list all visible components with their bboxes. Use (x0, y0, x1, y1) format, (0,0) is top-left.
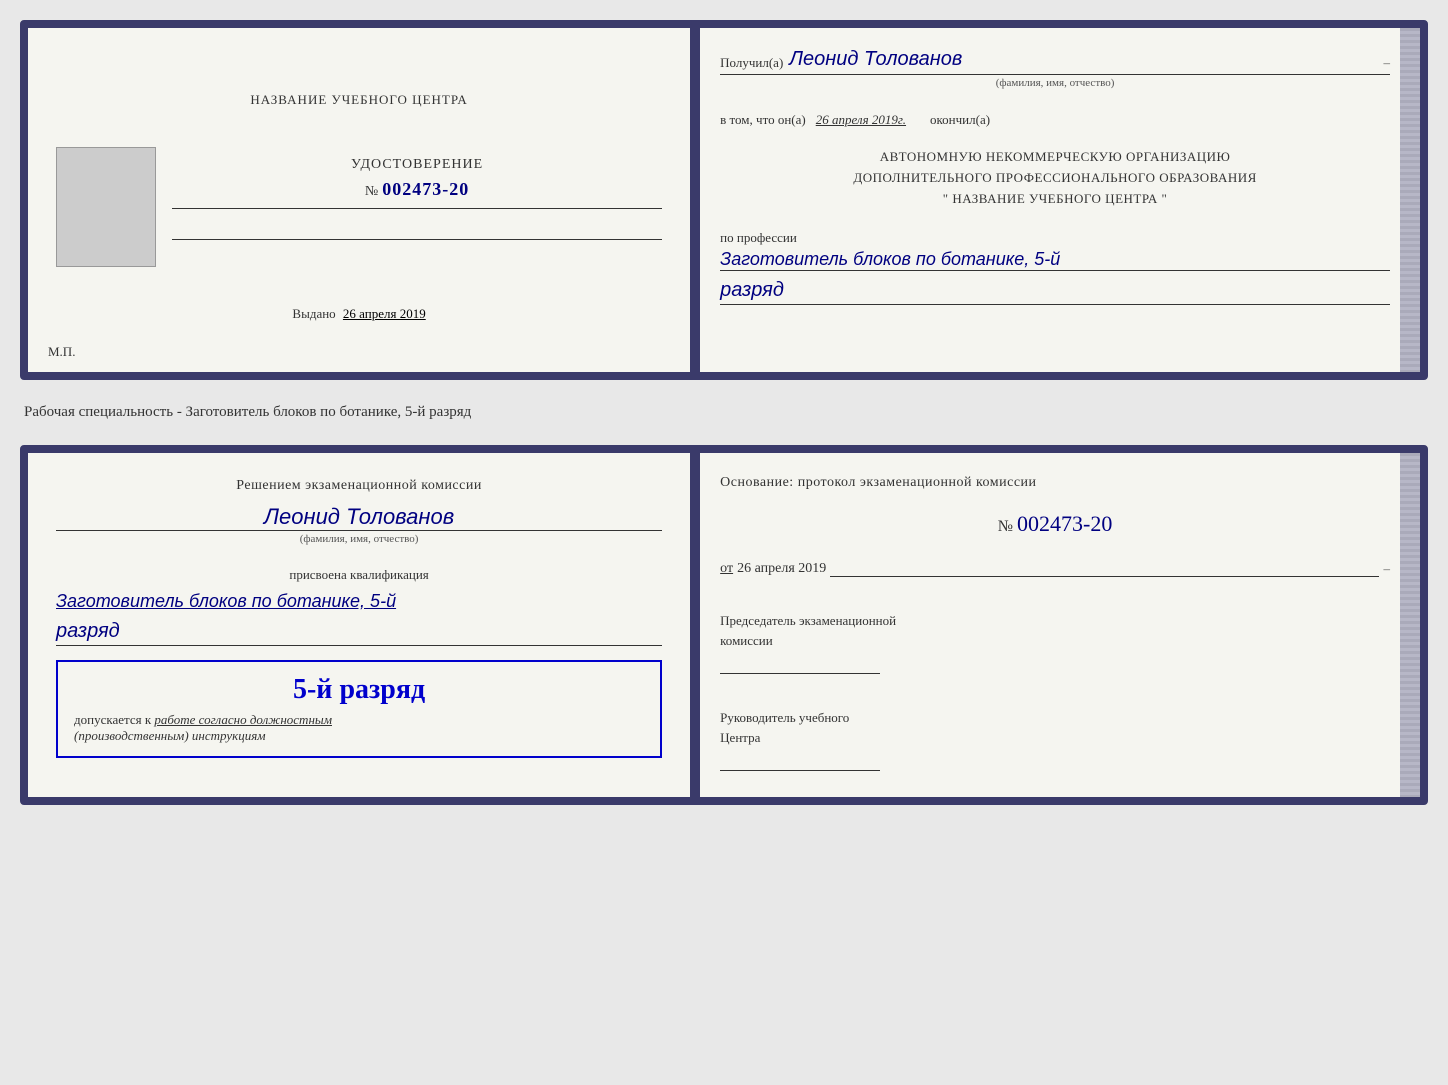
page-wrapper: НАЗВАНИЕ УЧЕБНОГО ЦЕНТРА УДОСТОВЕРЕНИЕ №… (20, 20, 1428, 805)
razryad-top: разряд (720, 279, 1390, 305)
commission-decision-text: Решением экзаменационной комиссии (56, 475, 662, 496)
date-dash: – (1383, 561, 1390, 577)
profession-value: Заготовитель блоков по ботанике, 5-й (720, 249, 1390, 271)
fio-hint-bottom: (фамилия, имя, отчество) (56, 533, 662, 545)
certifies-date: 26 апреля 2019г. (816, 112, 906, 127)
top-doc-right: Получил(а) Леонид Толованов – (фамилия, … (696, 28, 1420, 372)
binding-deco-top (1400, 28, 1420, 372)
chairman-label: Председатель экзаменационной комиссии (720, 611, 1390, 650)
basis-block: Основание: протокол экзаменационной коми… (720, 473, 1390, 491)
qualification-block: присвоена квалификация Заготовитель блок… (56, 557, 662, 646)
bottom-person-name: Леонид Толованов (56, 504, 662, 531)
stamp-allowed-value: работе согласно должностным (154, 712, 332, 727)
fio-hint-top: (фамилия, имя, отчество) (720, 77, 1390, 89)
cert-num-prefix: № (365, 184, 378, 199)
finished-label: окончил(а) (930, 112, 990, 127)
stamp-allowed: допускается к работе согласно должностны… (74, 712, 644, 728)
director-sig-line (720, 751, 880, 771)
stamp-allowed-prefix: допускается к (74, 712, 151, 727)
basis-date-block: от 26 апреля 2019 – (720, 561, 1390, 577)
chairman-label-text: Председатель экзаменационной (720, 613, 896, 628)
director-block: Руководитель учебного Центра (720, 708, 1390, 771)
bottom-document: Решением экзаменационной комиссии Леонид… (20, 445, 1428, 805)
top-document: НАЗВАНИЕ УЧЕБНОГО ЦЕНТРА УДОСТОВЕРЕНИЕ №… (20, 20, 1428, 380)
recipient-name: Леонид Толованов (789, 48, 962, 71)
mp-label: М.П. (48, 344, 75, 360)
school-name-top: НАЗВАНИЕ УЧЕБНОГО ЦЕНТРА (250, 92, 467, 108)
recipient-block: Получил(а) Леонид Толованов – (фамилия, … (720, 48, 1390, 89)
stamp-allowed-cont: (производственным) инструкциям (74, 728, 644, 744)
qualification-value: Заготовитель блоков по ботанике, 5-й (56, 589, 662, 614)
stamp-rank: 5-й разряд (74, 674, 644, 706)
basis-label: Основание: протокол экзаменационной коми… (720, 475, 1036, 490)
number-prefix: № (998, 518, 1013, 535)
certifies-text: в том, что он(а) (720, 112, 806, 127)
cert-number: 002473-20 (382, 179, 469, 199)
recipient-label: Получил(а) (720, 55, 783, 71)
director-label-text: Руководитель учебного (720, 710, 849, 725)
cert-title-label: УДОСТОВЕРЕНИЕ (172, 157, 662, 173)
stamp-box: 5-й разряд допускается к работе согласно… (56, 660, 662, 758)
bottom-doc-right: Основание: протокол экзаменационной коми… (696, 453, 1420, 797)
certifies-block: в том, что он(а) 26 апреля 2019г. окончи… (720, 111, 1390, 129)
issued-label: Выдано (292, 306, 335, 321)
issued-line: Выдано 26 апреля 2019 (292, 306, 425, 322)
profession-label: по профессии (720, 230, 797, 245)
chairman-label2: комиссии (720, 633, 773, 648)
org-line3: " НАЗВАНИЕ УЧЕБНОГО ЦЕНТРА " (720, 189, 1390, 210)
qualification-assigned-label: присвоена квалификация (56, 567, 662, 583)
specialty-label: Рабочая специальность - Заготовитель бло… (20, 398, 1428, 427)
top-doc-left: НАЗВАНИЕ УЧЕБНОГО ЦЕНТРА УДОСТОВЕРЕНИЕ №… (28, 28, 696, 372)
org-line2: ДОПОЛНИТЕЛЬНОГО ПРОФЕССИОНАЛЬНОГО ОБРАЗО… (720, 168, 1390, 189)
basis-number-block: № 002473-20 (720, 511, 1390, 537)
commission-decision-block: Решением экзаменационной комиссии Леонид… (56, 475, 662, 545)
cert-title-block: УДОСТОВЕРЕНИЕ № 002473-20 (172, 147, 662, 240)
chairman-sig-line (720, 654, 880, 674)
chairman-block: Председатель экзаменационной комиссии (720, 611, 1390, 674)
issued-date: 26 апреля 2019 (343, 306, 426, 321)
org-line1: АВТОНОМНУЮ НЕКОММЕРЧЕСКУЮ ОРГАНИЗАЦИЮ (720, 147, 1390, 168)
bottom-doc-left: Решением экзаменационной комиссии Леонид… (28, 453, 696, 797)
basis-number: 002473-20 (1017, 511, 1112, 536)
basis-date: 26 апреля 2019 (737, 561, 826, 577)
binding-deco-bottom (1400, 453, 1420, 797)
photo-placeholder (56, 147, 156, 267)
director-label2: Центра (720, 730, 760, 745)
date-prefix: от (720, 561, 733, 577)
director-label: Руководитель учебного Центра (720, 708, 1390, 747)
razryad-bottom: разряд (56, 620, 662, 646)
org-block: АВТОНОМНУЮ НЕКОММЕРЧЕСКУЮ ОРГАНИЗАЦИЮ ДО… (720, 147, 1390, 209)
dash-right: – (1383, 55, 1390, 71)
profession-block: по профессии Заготовитель блоков по бота… (720, 229, 1390, 305)
